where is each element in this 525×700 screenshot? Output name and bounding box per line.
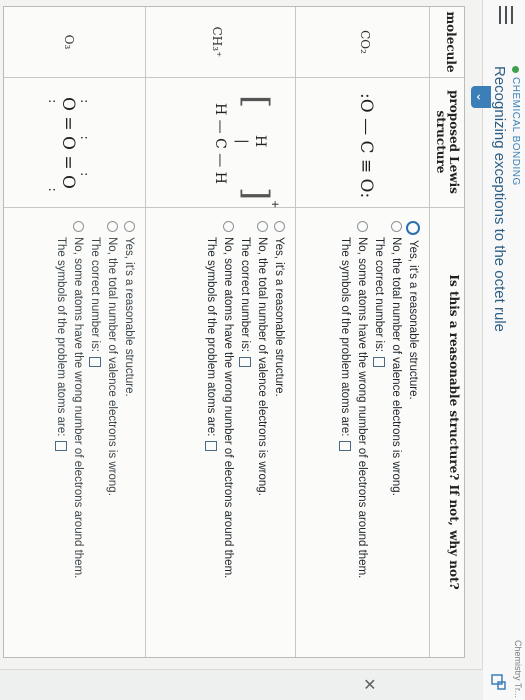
status-dot-icon	[512, 66, 519, 73]
option-label: The symbols of the problem atoms are:	[339, 237, 352, 437]
radio-icon[interactable]	[107, 221, 118, 232]
column-header-lewis: proposed Lewis structure	[434, 90, 461, 194]
molecule-ch3-plus: CH₃⁺	[210, 26, 224, 58]
option-yes[interactable]: Yes, it's a reasonable structure.	[271, 221, 288, 578]
row-divider	[429, 7, 430, 657]
option-yes[interactable]: Yes, it's a reasonable structure.	[405, 221, 422, 578]
correct-number-line: The correct number is:	[87, 221, 104, 578]
close-icon[interactable]: ✕	[359, 678, 379, 691]
lewis-top-h: H	[252, 135, 268, 148]
column-header-molecule: molecule	[444, 11, 458, 73]
option-yes[interactable]: Yes, it's a reasonable structure.	[121, 221, 138, 578]
collapse-icon[interactable]: ⌄	[471, 86, 491, 108]
answer-box[interactable]	[339, 441, 352, 452]
option-label: No, some atoms have the wrong number of …	[356, 237, 369, 579]
row-divider	[145, 7, 146, 657]
option-valence-wrong[interactable]: No, the total number of valence electron…	[388, 221, 405, 578]
symbols-line: The symbols of the problem atoms are:	[203, 221, 220, 578]
app-screen: CHEMICAL BONDING Recognizing exceptions …	[0, 0, 525, 700]
row-divider	[295, 7, 296, 657]
radio-icon[interactable]	[391, 221, 402, 232]
radio-icon[interactable]	[357, 221, 368, 232]
option-valence-wrong[interactable]: No, the total number of valence electron…	[104, 221, 121, 578]
option-label: No, the total number of valence electron…	[106, 237, 119, 496]
option-label: The correct number is:	[373, 237, 386, 353]
option-label: The symbols of the problem atoms are:	[205, 237, 218, 437]
radio-icon[interactable]	[223, 221, 234, 232]
option-label: No, the total number of valence electron…	[256, 237, 269, 496]
lewis-structure-co2: :O — C ≡ O:	[356, 93, 376, 199]
help-icon[interactable]	[487, 672, 507, 692]
option-label: No, the total number of valence electron…	[390, 237, 403, 496]
lewis-bond: |	[234, 139, 250, 144]
answer-box[interactable]	[55, 441, 68, 452]
radio-icon[interactable]	[257, 221, 268, 232]
column-divider	[4, 77, 464, 78]
bracket-right: ]	[236, 187, 276, 201]
option-atoms-wrong[interactable]: No, some atoms have the wrong number of …	[70, 221, 87, 578]
options-ch3: Yes, it's a reasonable structure. No, th…	[203, 221, 288, 578]
option-label: The correct number is:	[239, 237, 252, 353]
option-atoms-wrong[interactable]: No, some atoms have the wrong number of …	[220, 221, 237, 578]
correct-number-line: The correct number is:	[371, 221, 388, 578]
option-label: Yes, it's a reasonable structure.	[407, 240, 420, 400]
lewis-structure-ch3: H — C — H	[212, 103, 228, 184]
option-label: No, some atoms have the wrong number of …	[222, 237, 235, 579]
radio-icon[interactable]	[73, 221, 84, 232]
option-label: The correct number is:	[89, 237, 102, 353]
options-co2: Yes, it's a reasonable structure. No, th…	[337, 221, 422, 578]
page-title: Recognizing exceptions to the octet rule	[491, 66, 508, 332]
breadcrumb: CHEMICAL BONDING	[510, 66, 521, 186]
bracket-left: [	[236, 95, 276, 109]
option-valence-wrong[interactable]: No, the total number of valence electron…	[254, 221, 271, 578]
charge-label: +	[269, 200, 280, 209]
option-label: Yes, it's a reasonable structure.	[273, 237, 286, 397]
top-right-label: Chemistry Tr...	[513, 639, 523, 698]
molecule-o3: O₃	[62, 34, 76, 50]
breadcrumb-label: CHEMICAL BONDING	[510, 77, 521, 186]
answer-box[interactable]	[205, 441, 218, 452]
option-label: Yes, it's a reasonable structure.	[123, 237, 136, 397]
option-label: The symbols of the problem atoms are:	[55, 237, 68, 437]
molecule-co2: CO₂	[358, 30, 372, 54]
answer-box[interactable]	[239, 357, 252, 368]
option-atoms-wrong[interactable]: No, some atoms have the wrong number of …	[354, 221, 371, 578]
side-panel: ✕	[0, 669, 483, 700]
lewis-structure-o3: O = O = O	[58, 97, 78, 189]
lewis-table: molecule proposed Lewis structure Is thi…	[3, 6, 465, 658]
radio-selected-icon[interactable]	[406, 221, 421, 235]
lone-pairs-bottom: : :	[45, 99, 60, 232]
column-header-question: Is this a reasonable structure? If not, …	[447, 274, 461, 590]
menu-icon[interactable]	[497, 6, 513, 24]
option-label: No, some atoms have the wrong number of …	[72, 237, 85, 579]
answer-box[interactable]	[373, 357, 386, 368]
symbols-line: The symbols of the problem atoms are:	[337, 221, 354, 578]
lone-pairs-top: : : :	[77, 99, 92, 191]
radio-icon[interactable]	[124, 221, 135, 232]
symbols-line: The symbols of the problem atoms are:	[53, 221, 70, 578]
correct-number-line: The correct number is:	[237, 221, 254, 578]
options-o3: Yes, it's a reasonable structure. No, th…	[53, 221, 138, 578]
column-divider	[4, 207, 464, 208]
radio-icon[interactable]	[274, 221, 285, 232]
answer-box[interactable]	[89, 357, 102, 368]
